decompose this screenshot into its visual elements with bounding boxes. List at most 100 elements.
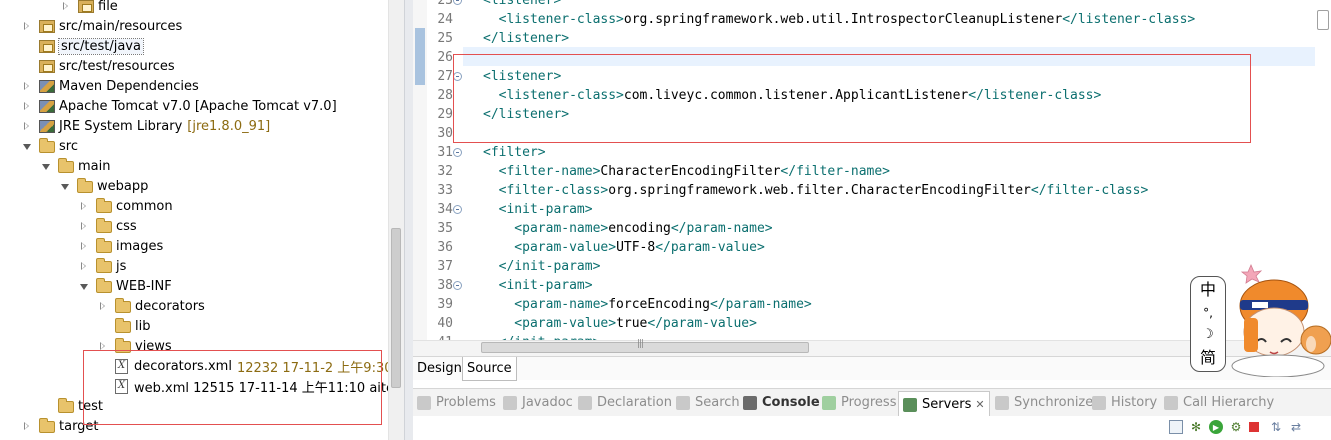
tree-item-web-inf[interactable]: WEB-INF bbox=[78, 276, 172, 296]
tree-item-images[interactable]: images bbox=[78, 236, 163, 256]
tree-item-views[interactable]: views bbox=[97, 336, 172, 356]
tree-item-lib[interactable]: lib bbox=[97, 316, 150, 336]
tab-javadoc[interactable]: Javadoc bbox=[503, 389, 573, 416]
code-line[interactable]: <param-value>true</param-value> bbox=[483, 314, 757, 333]
fold-toggle-icon[interactable] bbox=[453, 148, 462, 157]
ime-toolbar[interactable]: 中 °, ☽ 简 bbox=[1190, 276, 1226, 372]
editor-horizontal-thumb[interactable] bbox=[481, 339, 809, 353]
fold-toggle-icon[interactable] bbox=[453, 205, 462, 214]
publish-icon[interactable]: ⇅ bbox=[1269, 420, 1283, 434]
code-line[interactable]: </listener> bbox=[483, 29, 569, 48]
tab-progress[interactable]: Progress bbox=[822, 389, 896, 416]
code-line[interactable]: <param-value>UTF-8</param-value> bbox=[483, 238, 764, 257]
expand-arrow-icon[interactable] bbox=[21, 120, 33, 132]
tree-item-js[interactable]: js bbox=[78, 256, 126, 276]
expand-arrow-icon[interactable] bbox=[78, 220, 90, 232]
collapse-all-icon[interactable] bbox=[1169, 420, 1183, 434]
expand-arrow-icon[interactable] bbox=[21, 20, 33, 32]
ime-language-toggle[interactable]: 中 bbox=[1200, 281, 1216, 298]
tab-declaration[interactable]: Declaration bbox=[578, 389, 672, 416]
tab-call-hierarchy[interactable]: Call Hierarchy bbox=[1164, 389, 1274, 416]
tree-item-webapp[interactable]: webapp bbox=[59, 176, 148, 196]
tree-item-target[interactable]: target bbox=[21, 416, 99, 436]
tree-item-decorators[interactable]: decorators bbox=[97, 296, 205, 316]
tree-item-src-main-resources[interactable]: src/main/resources bbox=[21, 16, 182, 36]
source-folder-icon bbox=[39, 39, 55, 53]
tree-item-src[interactable]: src bbox=[21, 136, 78, 156]
tab-design[interactable]: Design bbox=[413, 357, 467, 381]
moon-icon[interactable]: ☽ bbox=[1202, 328, 1214, 341]
collapse-arrow-icon[interactable] bbox=[78, 280, 90, 292]
code-line[interactable]: <listener> bbox=[483, 0, 561, 10]
expand-arrow-icon[interactable] bbox=[21, 80, 33, 92]
tab-console[interactable]: Console bbox=[743, 389, 820, 416]
tree-item-css[interactable]: css bbox=[78, 216, 137, 236]
collapse-arrow-icon[interactable] bbox=[59, 180, 71, 192]
code-line[interactable]: <init-param> bbox=[483, 276, 593, 295]
tab-servers[interactable]: Servers ✕ bbox=[898, 391, 990, 417]
problems-icon bbox=[417, 395, 431, 410]
disconnect-icon[interactable]: ⇄ bbox=[1289, 420, 1303, 434]
expand-arrow-icon[interactable] bbox=[78, 260, 90, 272]
tree-item-label: src/test/resources bbox=[59, 58, 175, 74]
folder-icon bbox=[115, 337, 131, 353]
fold-toggle-icon[interactable] bbox=[453, 0, 462, 5]
tree-item-src-test-java[interactable]: src/test/java bbox=[21, 36, 144, 56]
tab-source[interactable]: Source bbox=[462, 357, 517, 381]
expand-arrow-icon[interactable] bbox=[60, 0, 72, 12]
ime-punctuation-toggle[interactable]: °, bbox=[1203, 307, 1213, 319]
tab-label: Progress bbox=[841, 395, 897, 410]
tree-item-src-test-resources[interactable]: src/test/resources bbox=[21, 56, 175, 76]
tree-item-common[interactable]: common bbox=[78, 196, 173, 216]
code-line[interactable]: </listener> bbox=[483, 105, 569, 124]
collapse-arrow-icon[interactable] bbox=[21, 140, 33, 152]
start-server-icon[interactable]: ▶ bbox=[1209, 420, 1223, 434]
fold-toggle-icon[interactable] bbox=[453, 72, 462, 81]
profile-icon[interactable]: ⚙ bbox=[1229, 420, 1243, 434]
tree-item-label: common bbox=[116, 198, 173, 214]
code-line[interactable]: <listener-class>com.liveyc.common.listen… bbox=[483, 86, 1102, 105]
expand-arrow-icon[interactable] bbox=[97, 300, 109, 312]
line-number: 33 bbox=[437, 183, 453, 198]
tab-history[interactable]: History bbox=[1092, 389, 1157, 416]
tree-scrollbar-thumb[interactable] bbox=[391, 228, 401, 388]
expand-arrow-icon[interactable] bbox=[78, 200, 90, 212]
tab-problems[interactable]: Problems bbox=[417, 389, 496, 416]
source-folder-icon bbox=[39, 19, 55, 33]
expand-arrow-icon[interactable] bbox=[97, 340, 109, 352]
code-line[interactable]: </init-param> bbox=[483, 257, 601, 276]
tree-item-web-xml[interactable]: X web.xml 12515 17-11-14 上午11:10 aitengf bbox=[115, 376, 404, 396]
fold-toggle-icon[interactable] bbox=[453, 281, 462, 290]
code-line[interactable]: <filter-name>CharacterEncodingFilter</fi… bbox=[483, 162, 890, 181]
folder-icon bbox=[96, 217, 112, 233]
ime-simplified-toggle[interactable]: 简 bbox=[1200, 350, 1216, 366]
code-line[interactable]: <param-name>encoding</param-name> bbox=[483, 219, 772, 238]
tab-search[interactable]: Search bbox=[676, 389, 740, 416]
code-line[interactable]: <listener> bbox=[483, 67, 561, 86]
tree-item-test[interactable]: test bbox=[40, 396, 103, 416]
source-folder-icon bbox=[39, 59, 55, 73]
line-number: 40 bbox=[437, 316, 453, 331]
collapse-arrow-icon[interactable] bbox=[40, 160, 52, 172]
pane-splitter[interactable] bbox=[404, 0, 413, 440]
code-line[interactable]: <param-name>forceEncoding</param-name> bbox=[483, 295, 811, 314]
tree-item-main[interactable]: main bbox=[40, 156, 110, 176]
debug-icon[interactable]: ✻ bbox=[1189, 420, 1203, 434]
xml-tag: <init-param> bbox=[483, 202, 593, 217]
tab-synchronize[interactable]: Synchronize bbox=[995, 389, 1093, 416]
expand-arrow-icon[interactable] bbox=[78, 240, 90, 252]
stop-server-icon[interactable] bbox=[1249, 422, 1259, 432]
code-line[interactable]: <filter-class>org.springframework.web.fi… bbox=[483, 181, 1149, 200]
close-icon[interactable]: ✕ bbox=[975, 391, 984, 418]
editor-scrollbar-thumb[interactable] bbox=[1317, 10, 1329, 30]
tree-item-file[interactable]: file bbox=[60, 0, 118, 16]
expand-arrow-icon[interactable] bbox=[21, 420, 33, 432]
code-line[interactable]: <filter> bbox=[483, 143, 546, 162]
tree-item-decorators-xml[interactable]: X decorators.xml 12232 17-11-2 上午9:30 ai… bbox=[115, 356, 404, 376]
expand-arrow-icon[interactable] bbox=[21, 100, 33, 112]
tree-item-apache-tomcat[interactable]: Apache Tomcat v7.0 [Apache Tomcat v7.0] bbox=[21, 96, 337, 116]
code-line[interactable]: <listener-class>org.springframework.web.… bbox=[483, 10, 1196, 29]
tree-item-maven-dependencies[interactable]: Maven Dependencies bbox=[21, 76, 199, 96]
tree-item-jre-system-library[interactable]: JRE System Library [jre1.8.0_91] bbox=[21, 116, 270, 136]
code-line[interactable]: <init-param> bbox=[483, 200, 593, 219]
